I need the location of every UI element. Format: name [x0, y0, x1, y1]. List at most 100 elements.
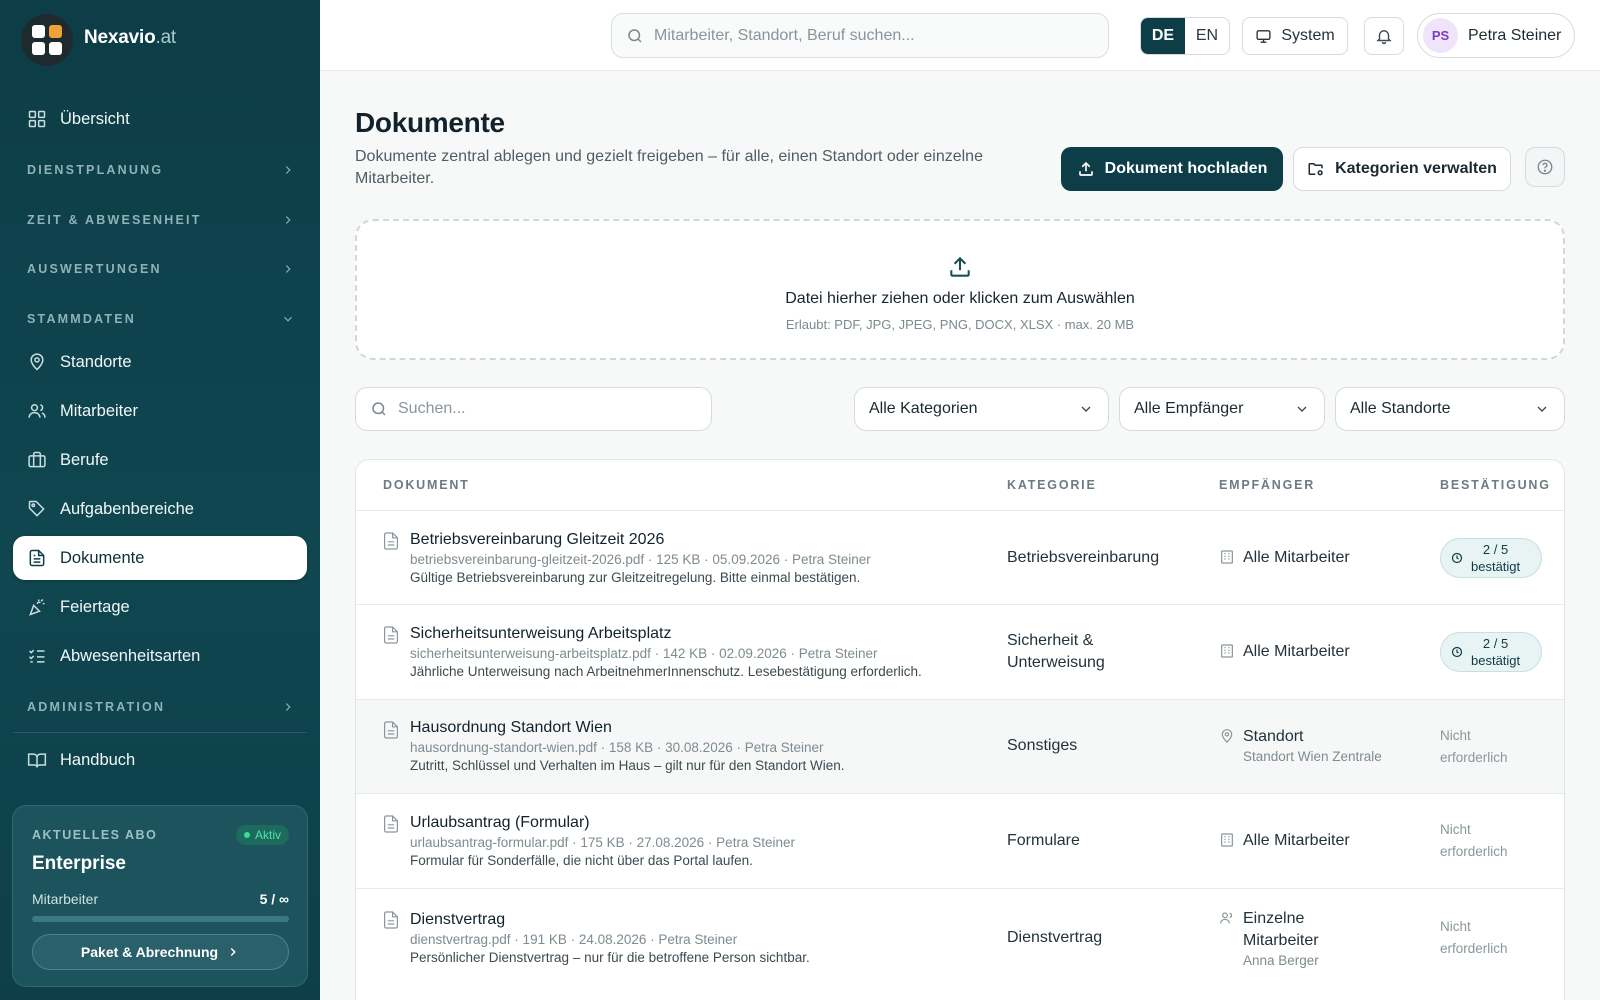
table-row[interactable]: Betriebsvereinbarung Gleitzeit 2026 betr…: [356, 510, 1564, 604]
global-search-input[interactable]: Mitarbeiter, Standort, Beruf suchen...: [611, 13, 1109, 58]
sidebar-item-berufe[interactable]: Berufe: [13, 438, 307, 482]
chevron-right-icon: [285, 265, 291, 273]
manage-categories-button[interactable]: Kategorien verwalten: [1293, 147, 1511, 191]
document-title[interactable]: Urlaubsantrag (Formular): [410, 814, 590, 832]
section-zeit-abwesenheit[interactable]: ZEIT & ABWESENHEIT: [27, 213, 295, 227]
document-recipient: Alle Mitarbeiter: [1219, 830, 1350, 852]
topbar: Mitarbeiter, Standort, Beruf suchen... D…: [320, 0, 1600, 71]
document-description: Formular für Sonderfälle, die nicht über…: [410, 853, 753, 868]
monitor-icon: [1256, 29, 1271, 43]
bell-icon: [1376, 30, 1392, 45]
sidebar-item-handbuch[interactable]: Handbuch: [13, 738, 307, 782]
document-title[interactable]: Dienstvertrag: [410, 911, 505, 929]
section-auswertungen[interactable]: AUSWERTUNGEN: [27, 262, 295, 276]
user-icon: [1220, 912, 1232, 924]
table-row[interactable]: Urlaubsantrag (Formular) urlaubsantrag-f…: [356, 793, 1564, 888]
file-text-icon: [384, 721, 398, 739]
sidebar-item-label: Abwesenheitsarten: [60, 646, 201, 665]
document-title[interactable]: Sicherheitsunterweisung Arbeitsplatz: [410, 625, 671, 643]
file-text-icon: [384, 626, 398, 644]
document-meta: urlaubsantrag-formular.pdf · 175 KB · 27…: [410, 835, 795, 850]
upload-document-button[interactable]: Dokument hochladen: [1061, 147, 1283, 191]
section-label: ZEIT & ABWESENHEIT: [27, 213, 202, 227]
section-dienstplanung[interactable]: DIENSTPLANUNG: [27, 163, 295, 177]
select-value: Alle Kategorien: [869, 400, 978, 417]
upload-icon: [1078, 161, 1093, 176]
recipient-filter-select[interactable]: Alle Empfänger: [1119, 387, 1325, 431]
sidebar-item-label: Standorte: [60, 352, 132, 371]
table-row[interactable]: Sicherheitsunterweisung Arbeitsplatz sic…: [356, 604, 1564, 699]
chevron-right-icon: [230, 948, 236, 956]
column-header-recipient[interactable]: EMPFÄNGER: [1219, 478, 1315, 492]
column-header-document[interactable]: DOKUMENT: [383, 478, 470, 492]
section-administration[interactable]: ADMINISTRATION: [27, 700, 295, 714]
confirmation-badge[interactable]: 2 / 5 bestätigt: [1440, 632, 1542, 672]
sidebar-item-aufgabenbereiche[interactable]: Aufgabenbereiche: [13, 487, 307, 531]
document-meta: dienstvertrag.pdf · 191 KB · 24.08.2026 …: [410, 932, 738, 947]
book-open-icon: [27, 753, 47, 768]
sidebar-item-label: Handbuch: [60, 750, 136, 769]
lang-en-button[interactable]: EN: [1185, 18, 1229, 54]
document-recipient: Standort Standort Wien Zentrale: [1219, 726, 1382, 766]
document-meta: hausordnung-standort-wien.pdf · 158 KB ·…: [410, 740, 824, 755]
document-description: Jährliche Unterweisung nach Arbeitnehmer…: [410, 664, 922, 679]
user-menu[interactable]: PS Petra Steiner: [1417, 13, 1575, 58]
confirmation-text: 2 / 5 bestätigt: [1471, 541, 1520, 575]
subscription-plan: Enterprise: [32, 853, 126, 874]
recipient-detail: Standort Wien Zentrale: [1243, 749, 1382, 764]
recipient-label: Alle Mitarbeiter: [1243, 643, 1350, 660]
help-button[interactable]: [1525, 147, 1565, 187]
brand-logo[interactable]: [21, 14, 73, 66]
upload-dropzone[interactable]: Datei hierher ziehen oder klicken zum Au…: [355, 219, 1565, 360]
column-header-category[interactable]: KATEGORIE: [1007, 478, 1097, 492]
lang-de-button[interactable]: DE: [1141, 18, 1185, 54]
section-label: ADMINISTRATION: [27, 700, 166, 714]
dropzone-hint: Erlaubt: PDF, JPG, JPEG, PNG, DOCX, XLSX…: [785, 317, 1135, 332]
document-category: Sonstiges: [1007, 737, 1078, 754]
recipient-label: Einzelne Mitarbeiter: [1243, 910, 1319, 949]
map-pin-icon: [30, 353, 44, 371]
confirmation-text: 2 / 5 bestätigt: [1471, 635, 1520, 669]
documents-table: DOKUMENT KATEGORIE EMPFÄNGER BESTÄTIGUNG…: [355, 459, 1565, 1000]
confirmation-count: 2 / 5: [1482, 542, 1509, 557]
notifications-button[interactable]: [1364, 17, 1404, 55]
select-value: Alle Empfänger: [1134, 400, 1244, 417]
sidebar-item-label: Übersicht: [60, 109, 130, 128]
billing-button[interactable]: Paket & Abrechnung: [32, 934, 289, 970]
document-description: Persönlicher Dienstvertrag – nur für die…: [410, 950, 810, 965]
document-title[interactable]: Hausordnung Standort Wien: [410, 719, 612, 737]
document-search-input[interactable]: Suchen...: [355, 387, 712, 431]
recipient-detail: Anna Berger: [1243, 953, 1319, 968]
chevron-right-icon: [285, 216, 291, 224]
chevron-down-icon: [1297, 406, 1307, 412]
section-label: DIENSTPLANUNG: [27, 163, 164, 177]
search-icon: [628, 28, 642, 43]
sidebar-item-label: Aufgabenbereiche: [60, 499, 194, 518]
page-title: Dokumente: [355, 107, 505, 138]
avatar: PS: [1423, 18, 1458, 53]
document-title[interactable]: Betriebsvereinbarung Gleitzeit 2026: [410, 531, 664, 549]
sidebar-item-overview[interactable]: Übersicht: [13, 97, 307, 141]
table-row[interactable]: Hausordnung Standort Wien hausordnung-st…: [356, 699, 1564, 793]
clock-icon: [1451, 552, 1463, 564]
sidebar-item-standorte[interactable]: Standorte: [13, 340, 307, 384]
table-row[interactable]: Dienstvertrag dienstvertrag.pdf · 191 KB…: [356, 888, 1564, 988]
column-header-confirmation[interactable]: BESTÄTIGUNG: [1440, 478, 1551, 492]
chevron-right-icon: [285, 703, 291, 711]
sidebar-item-mitarbeiter[interactable]: Mitarbeiter: [13, 389, 307, 433]
category-filter-select[interactable]: Alle Kategorien: [854, 387, 1109, 431]
brand-name[interactable]: Nexavio.at: [84, 27, 176, 49]
location-filter-select[interactable]: Alle Standorte: [1335, 387, 1565, 431]
document-category: Dienstvertrag: [1007, 929, 1103, 946]
dropzone-title: Datei hierher ziehen oder klicken zum Au…: [785, 290, 1135, 307]
search-placeholder: Suchen...: [398, 400, 466, 417]
sidebar-item-dokumente[interactable]: Dokumente: [13, 536, 307, 580]
main-area: Mitarbeiter, Standort, Beruf suchen... D…: [320, 0, 1600, 1000]
sidebar-item-abwesenheitsarten[interactable]: Abwesenheitsarten: [13, 634, 307, 678]
theme-label: System: [1281, 27, 1335, 44]
sidebar-item-feiertage[interactable]: Feiertage: [13, 585, 307, 629]
map-pin-icon: [1221, 729, 1233, 743]
theme-button[interactable]: System: [1242, 17, 1348, 55]
confirmation-badge[interactable]: 2 / 5 bestätigt: [1440, 538, 1542, 578]
section-stammdaten[interactable]: STAMMDATEN: [27, 312, 295, 326]
